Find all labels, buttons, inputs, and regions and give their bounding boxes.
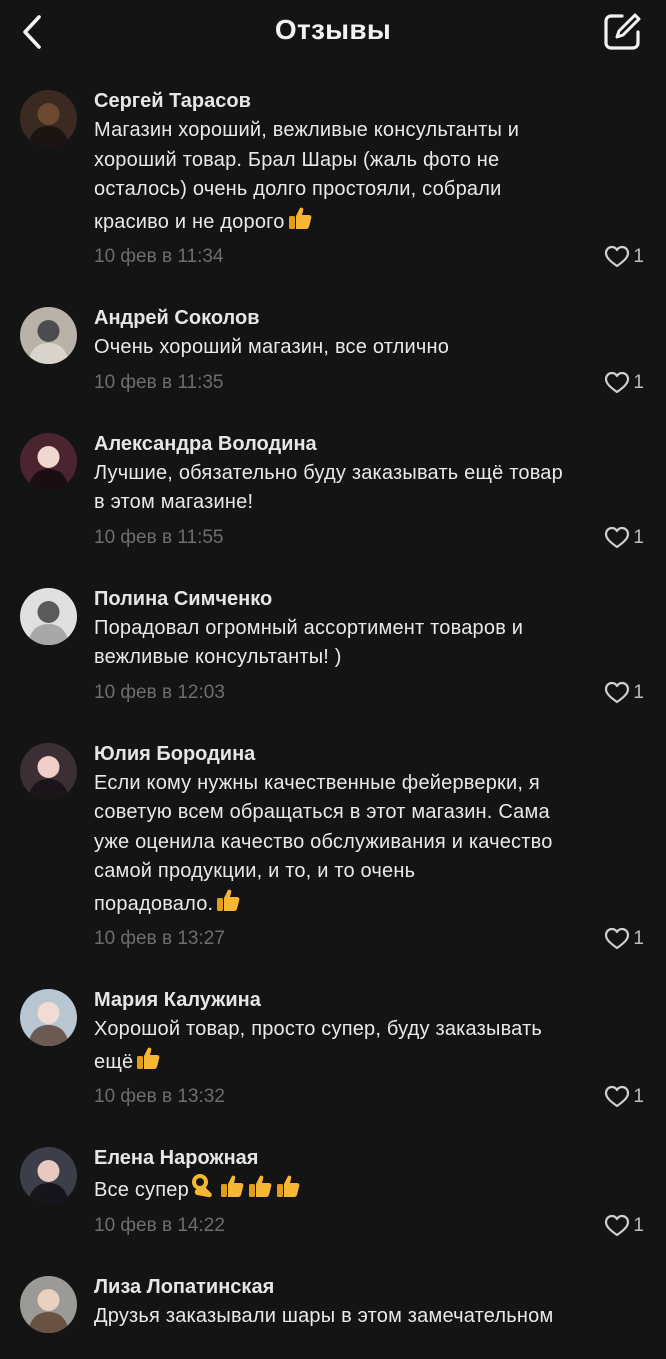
like-count: 1 [633,369,644,397]
review-meta: 10 фев в 14:22 1 [94,1210,644,1242]
review-date: 10 фев в 14:22 [94,1212,225,1240]
thumbs-up-emoji [215,887,241,913]
avatar[interactable] [20,588,77,645]
thumbs-up-emoji [135,1045,161,1071]
like-button[interactable]: 1 [604,243,644,271]
review-meta: 10 фев в 11:34 1 [94,241,644,273]
review-item[interactable]: Юлия БородинаЕсли кому нужны качественны… [0,737,666,984]
like-count: 1 [633,1212,644,1240]
heart-icon [604,526,630,550]
heart-icon [604,371,630,395]
review-text: Лучшие, обязательно буду заказывать ещё … [94,459,644,518]
like-count: 1 [633,243,644,271]
review-author[interactable]: Елена Нарожная [94,1141,644,1173]
review-text: Друзья заказывали шары в этом замечатель… [94,1302,644,1332]
like-button[interactable]: 1 [604,369,644,397]
review-emoji [133,1051,161,1073]
review-text-body: Друзья заказывали шары в этом замечатель… [94,1305,553,1327]
review-text: Порадовал огромный ассортимент товаров и… [94,614,644,673]
review-author[interactable]: Андрей Соколов [94,301,644,333]
top-bar: Отзывы [0,0,666,66]
review-author[interactable]: Сергей Тарасов [94,84,644,116]
review-author[interactable]: Лиза Лопатинская [94,1270,644,1302]
review-meta: 10 фев в 13:32 1 [94,1081,644,1113]
review-author[interactable]: Юлия Бородина [94,737,644,769]
thumbs-up-emoji [219,1173,245,1199]
avatar[interactable] [20,433,77,490]
review-date: 10 фев в 11:35 [94,369,224,397]
review-item[interactable]: Андрей Соколов Очень хороший магазин, все… [0,301,666,427]
like-button[interactable]: 1 [604,524,644,552]
avatar[interactable] [20,743,77,800]
like-count: 1 [633,679,644,707]
avatar[interactable] [20,1276,77,1333]
like-count: 1 [633,524,644,552]
like-count: 1 [633,1083,644,1111]
thumbs-up-emoji [247,1173,273,1199]
heart-icon [604,1085,630,1109]
review-text: Очень хороший магазин, все отлично [94,333,644,363]
like-button[interactable]: 1 [604,1083,644,1111]
page-title: Отзывы [0,14,666,46]
review-emoji [285,211,313,233]
write-review-button[interactable] [600,10,644,54]
review-emoji [213,893,241,915]
avatar[interactable] [20,989,77,1046]
review-meta: 10 фев в 11:55 1 [94,522,644,554]
heart-icon [604,245,630,269]
thumbs-up-emoji [275,1173,301,1199]
review-date: 10 фев в 12:03 [94,679,225,707]
review-text: Если кому нужны качественные фейерверки,… [94,769,644,920]
review-item[interactable]: Сергей ТарасовМагазин хороший, вежливые … [0,84,666,301]
review-text: Все супер [94,1173,644,1206]
review-item[interactable]: Елена Нарожная Все супер 10 фев в 14:22 1 [0,1141,666,1270]
avatar[interactable] [20,307,77,364]
review-item[interactable]: Мария КалужинаХорошой товар, просто супе… [0,983,666,1141]
heart-icon [604,927,630,951]
review-text-body: Порадовал огромный ассортимент товаров и… [94,617,523,669]
like-count: 1 [633,925,644,953]
review-text-body: Если кому нужны качественные фейерверки,… [94,772,553,915]
review-date: 10 фев в 11:34 [94,243,224,271]
review-item[interactable]: Лиза Лопатинская Друзья заказывали шары в… [0,1270,666,1359]
review-text: Хорошой товар, просто супер, буду заказы… [94,1015,644,1077]
review-item[interactable]: Полина СимченкоПорадовал огромный ассорт… [0,582,666,737]
review-date: 10 фев в 13:32 [94,1083,225,1111]
like-button[interactable]: 1 [604,679,644,707]
review-item[interactable]: Александра ВолодинаЛучшие, обязательно б… [0,427,666,582]
avatar[interactable] [20,90,77,147]
review-text-body: Все супер [94,1179,189,1201]
review-author[interactable]: Полина Симченко [94,582,644,614]
review-meta: 10 фев в 12:03 1 [94,677,644,709]
thumbs-up-emoji [287,205,313,231]
edit-icon [602,12,642,52]
review-text-body: Очень хороший магазин, все отлично [94,336,449,358]
review-author[interactable]: Александра Володина [94,427,644,459]
like-button[interactable]: 1 [604,1212,644,1240]
like-button[interactable]: 1 [604,925,644,953]
review-date: 10 фев в 13:27 [94,925,225,953]
avatar[interactable] [20,1147,77,1204]
review-text-body: Лучшие, обязательно буду заказывать ещё … [94,462,563,514]
review-meta: 10 фев в 11:35 1 [94,367,644,399]
heart-icon [604,1214,630,1238]
review-meta: 10 фев в 13:27 1 [94,923,644,955]
review-emoji [189,1179,301,1201]
review-text: Магазин хороший, вежливые консультанты и… [94,116,644,237]
heart-icon [604,681,630,705]
review-author[interactable]: Мария Калужина [94,983,644,1015]
review-date: 10 фев в 11:55 [94,524,224,552]
reviews-list: Сергей ТарасовМагазин хороший, вежливые … [0,84,666,1359]
ok-hand-emoji [191,1173,217,1199]
